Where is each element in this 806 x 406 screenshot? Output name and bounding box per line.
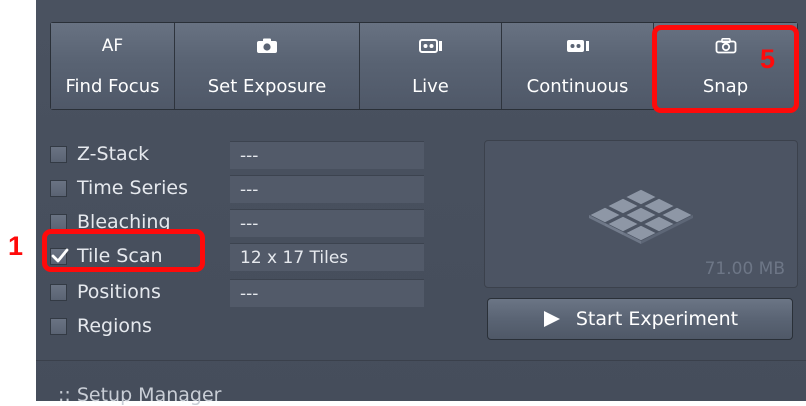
time-series-option[interactable]: Time Series xyxy=(50,173,188,203)
z-stack-checkbox[interactable] xyxy=(50,145,67,163)
continuous-button[interactable]: Continuous xyxy=(502,23,654,109)
annotation-number-5: 5 xyxy=(760,44,776,74)
live-label: Live xyxy=(412,76,449,97)
video-icon xyxy=(418,35,443,57)
bleaching-value: --- xyxy=(230,209,424,237)
time-series-label: Time Series xyxy=(77,177,188,199)
find-focus-button[interactable]: AF Find Focus xyxy=(51,23,175,109)
find-focus-label: Find Focus xyxy=(65,76,160,97)
positions-value: --- xyxy=(230,279,424,307)
setup-manager-header[interactable]: :: Setup Manager xyxy=(58,384,221,406)
set-exposure-button[interactable]: Set Exposure xyxy=(175,23,360,109)
play-icon xyxy=(543,311,560,327)
bleaching-checkbox[interactable] xyxy=(50,213,67,231)
annotation-highlight-tile-scan xyxy=(42,229,205,272)
regions-label: Regions xyxy=(77,315,152,337)
experiment-preview: 71.00 MB xyxy=(484,140,798,288)
camera-icon xyxy=(256,35,278,57)
z-stack-value: --- xyxy=(230,141,424,169)
video-icon xyxy=(566,35,590,57)
annotation-number-1: 1 xyxy=(8,231,24,261)
set-exposure-label: Set Exposure xyxy=(207,76,327,97)
tile-grid-icon xyxy=(587,188,695,244)
time-series-checkbox[interactable] xyxy=(50,179,67,197)
start-experiment-label: Start Experiment xyxy=(575,308,739,330)
time-series-value: --- xyxy=(230,175,424,203)
data-size-label: 71.00 MB xyxy=(704,259,785,279)
positions-checkbox[interactable] xyxy=(50,283,67,301)
af-label: AF xyxy=(101,36,124,56)
positions-label: Positions xyxy=(77,281,161,303)
start-experiment-button[interactable]: Start Experiment xyxy=(487,298,793,340)
regions-option[interactable]: Regions xyxy=(50,311,152,341)
continuous-label: Continuous xyxy=(526,76,629,97)
annotation-highlight-snap xyxy=(652,25,799,113)
positions-option[interactable]: Positions xyxy=(50,277,161,307)
live-button[interactable]: Live xyxy=(360,23,502,109)
tile-scan-value: 12 x 17 Tiles xyxy=(230,243,424,271)
z-stack-label: Z-Stack xyxy=(77,143,150,165)
z-stack-option[interactable]: Z-Stack xyxy=(50,139,149,169)
section-divider xyxy=(36,360,806,361)
regions-checkbox[interactable] xyxy=(50,317,67,335)
